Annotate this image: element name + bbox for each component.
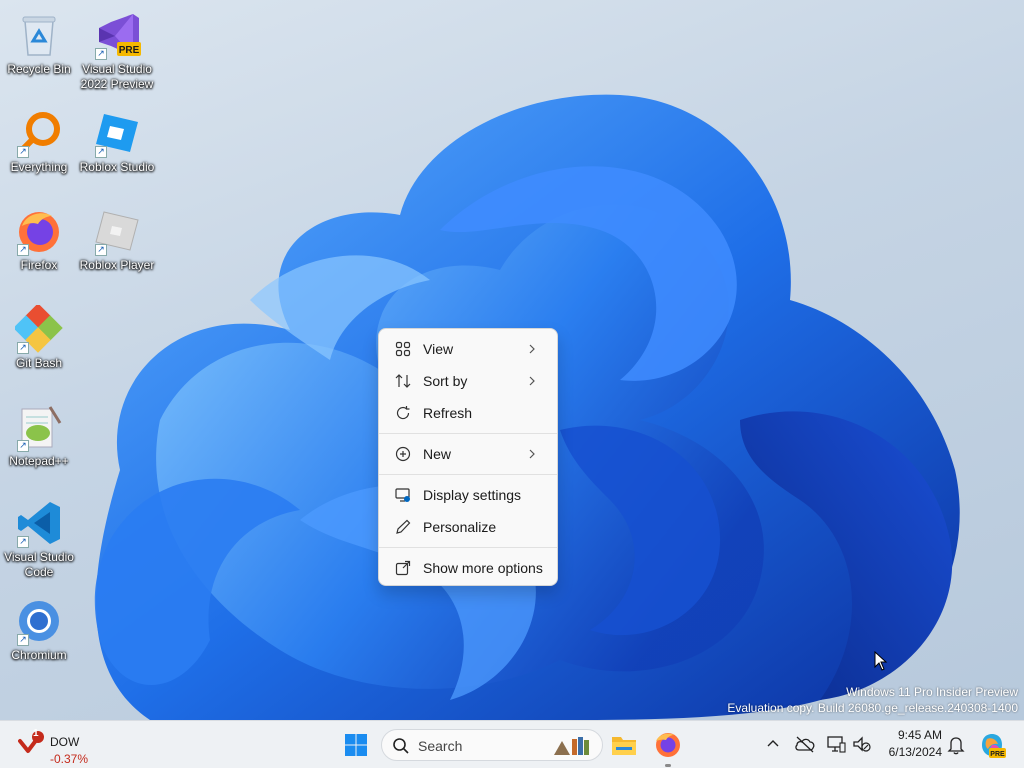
desktop-icon-roblox-studio[interactable]: ↗ Roblox Studio: [78, 104, 156, 194]
network-icon: [827, 736, 846, 753]
desktop-icon-label: Firefox: [20, 258, 58, 272]
clock-time: 9:45 AM: [897, 728, 942, 742]
copilot-preview-badge: PRE: [990, 751, 1005, 758]
clock-date: 6/13/2024: [888, 745, 942, 759]
evaluation-watermark: Windows 11 Pro Insider Preview Evaluatio…: [727, 684, 1018, 716]
shortcut-arrow-icon: ↗: [95, 48, 107, 60]
menu-item-label: Sort by: [423, 373, 468, 389]
desktop[interactable]: Recycle Bin PRE ↗ Visual Studio 2022 Pre…: [0, 0, 1024, 720]
desktop-icon-visual-studio-code[interactable]: ↗ Visual Studio Code: [0, 494, 78, 584]
desktop-icon-label: Visual Studio Code: [4, 550, 74, 579]
stock-ticker: DOW: [50, 735, 80, 749]
show-hidden-icons-button[interactable]: [764, 735, 782, 753]
menu-item-label: Display settings: [423, 487, 522, 503]
search-icon: [393, 738, 409, 754]
desktop-icon-everything[interactable]: ↗ Everything: [0, 104, 78, 194]
shortcut-arrow-icon: ↗: [95, 244, 107, 256]
chevron-right-icon: [529, 344, 535, 354]
shortcut-arrow-icon: ↗: [17, 244, 29, 256]
sort-icon: [395, 373, 411, 389]
start-button[interactable]: [340, 729, 372, 761]
desktop-context-menu: View Sort by Refresh New Display setting…: [378, 328, 558, 586]
mouse-cursor-icon: [874, 651, 888, 671]
menu-item-view[interactable]: View: [383, 333, 553, 365]
menu-item-personalize[interactable]: Personalize: [383, 511, 553, 543]
menu-separator: [379, 547, 557, 548]
menu-item-new[interactable]: New: [383, 438, 553, 470]
menu-separator: [379, 433, 557, 434]
chevron-right-icon: [529, 376, 535, 386]
share-more-icon: [395, 560, 411, 576]
widget-alert-count: 1: [33, 728, 39, 739]
refresh-icon: [395, 405, 411, 421]
menu-item-label: Show more options: [423, 560, 543, 576]
menu-item-label: View: [423, 341, 454, 357]
taskbar-file-explorer[interactable]: [608, 729, 640, 761]
desktop-icon-label: Git Bash: [15, 356, 63, 370]
menu-separator: [379, 474, 557, 475]
stock-down-icon: [18, 731, 44, 753]
shortcut-arrow-icon: ↗: [95, 146, 107, 158]
copilot-button[interactable]: PRE: [978, 731, 1006, 759]
desktop-icon-visual-studio-2022-preview[interactable]: PRE ↗ Visual Studio 2022 Preview: [78, 6, 156, 96]
desktop-icon-label: Chromium: [11, 648, 67, 662]
desktop-icon-label: Roblox Player: [79, 258, 155, 272]
desktop-icon-label: Roblox Studio: [79, 160, 155, 174]
preview-badge: PRE: [119, 45, 140, 56]
onedrive-status[interactable]: [794, 735, 816, 753]
windows-logo-icon: [345, 734, 367, 756]
menu-item-display-settings[interactable]: Display settings: [383, 479, 553, 511]
network-status[interactable]: [826, 735, 846, 753]
search-highlight-icon: [554, 737, 589, 755]
stock-change: -0.37%: [50, 752, 89, 766]
copilot-icon: PRE: [982, 734, 1006, 758]
desktop-icon-firefox[interactable]: ↗ Firefox: [0, 202, 78, 292]
menu-item-sort-by[interactable]: Sort by: [383, 365, 553, 397]
search-placeholder: Search: [418, 738, 463, 754]
display-settings-icon: [395, 487, 411, 503]
grid-view-icon: [395, 341, 411, 357]
clock[interactable]: 9:45 AM 6/13/2024: [889, 727, 942, 761]
desktop-icon-label: Visual Studio 2022 Preview: [80, 62, 154, 91]
widgets-button[interactable]: 1 DOW -0.37%: [16, 727, 106, 766]
notifications-button[interactable]: [946, 735, 966, 755]
taskbar-search[interactable]: Search: [381, 729, 603, 761]
desktop-icon-notepad-plus-plus[interactable]: ↗ Notepad++: [0, 398, 78, 488]
menu-item-show-more-options[interactable]: Show more options: [383, 552, 553, 584]
shortcut-arrow-icon: ↗: [17, 536, 29, 548]
chevron-right-icon: [529, 449, 535, 459]
taskbar-firefox[interactable]: [652, 729, 684, 761]
shortcut-arrow-icon: ↗: [17, 146, 29, 158]
new-plus-icon: [395, 446, 411, 462]
desktop-icon-label: Recycle Bin: [7, 62, 71, 76]
bell-icon: [947, 737, 965, 755]
taskbar: 1 DOW -0.37% Search 9:45 AM 6/13/2024 PR…: [0, 720, 1024, 768]
desktop-icon-label: Everything: [10, 160, 68, 174]
running-indicator: [665, 764, 671, 767]
shortcut-arrow-icon: ↗: [17, 634, 29, 646]
desktop-icon-roblox-player[interactable]: ↗ Roblox Player: [78, 202, 156, 292]
watermark-build: Evaluation copy. Build 26080.ge_release.…: [727, 701, 1018, 715]
volume-status[interactable]: [852, 735, 872, 753]
folder-icon: [612, 737, 636, 755]
desktop-icon-chromium[interactable]: ↗ Chromium: [0, 592, 78, 682]
shortcut-arrow-icon: ↗: [17, 440, 29, 452]
firefox-icon: [656, 733, 680, 757]
speaker-muted-icon: [853, 736, 871, 752]
menu-item-label: Personalize: [423, 519, 497, 535]
menu-item-label: New: [423, 446, 452, 462]
pen-icon: [395, 519, 411, 535]
recycle-bin-icon: [22, 16, 56, 56]
cloud-offline-icon: [795, 736, 815, 753]
watermark-edition: Windows 11 Pro Insider Preview: [846, 685, 1018, 699]
menu-item-refresh[interactable]: Refresh: [383, 397, 553, 429]
menu-item-label: Refresh: [423, 405, 473, 421]
desktop-icon-recycle-bin[interactable]: Recycle Bin: [0, 6, 78, 96]
desktop-icon-git-bash[interactable]: ↗ Git Bash: [0, 300, 78, 390]
chevron-up-icon: [767, 740, 779, 747]
shortcut-arrow-icon: ↗: [17, 342, 29, 354]
desktop-icon-label: Notepad++: [9, 454, 69, 468]
